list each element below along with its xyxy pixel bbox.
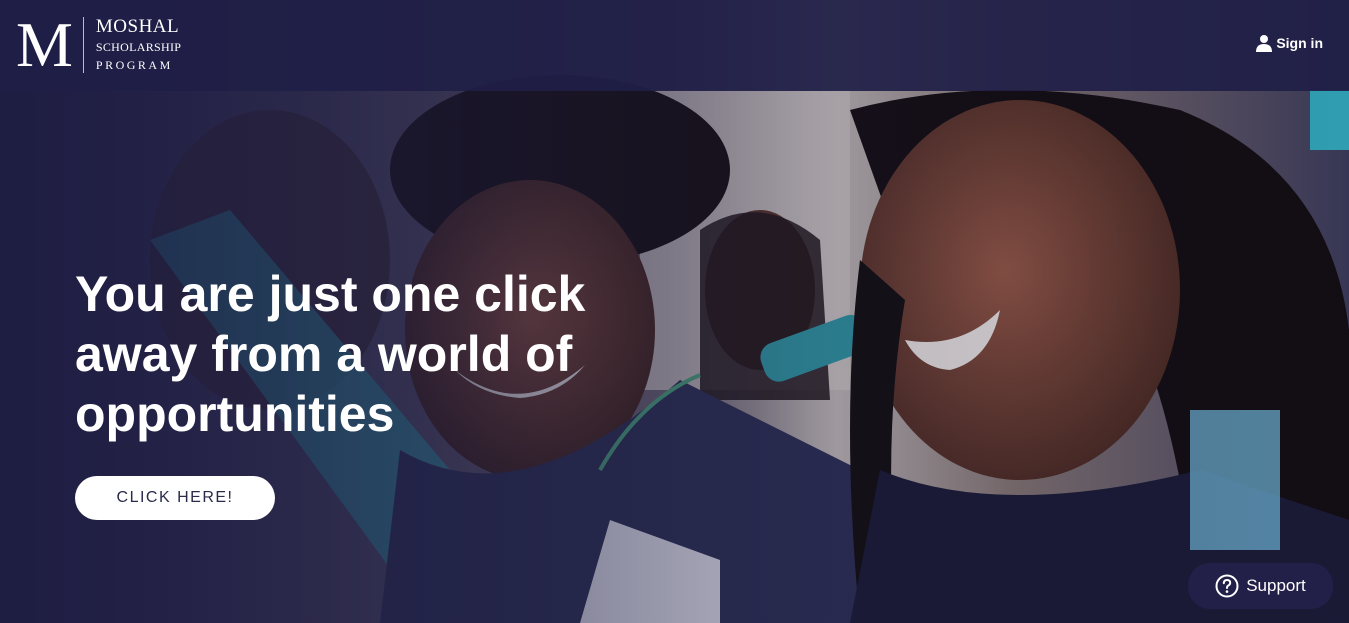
help-circle-icon <box>1215 574 1239 598</box>
landing-page: M MOSHAL SCHOLARSHIP PROGRAM Sign in You… <box>0 0 1349 623</box>
user-icon <box>1255 34 1273 52</box>
logo-mark: M <box>16 9 73 80</box>
logo-wordmark: MOSHAL SCHOLARSHIP PROGRAM <box>96 17 181 73</box>
hero-headline-line: You are just one click <box>75 266 586 322</box>
logo-line-scholarship: SCHOLARSHIP <box>95 40 182 54</box>
click-here-button[interactable]: CLICK HERE! <box>75 476 275 520</box>
logo-line-program: PROGRAM <box>95 58 173 72</box>
support-label: Support <box>1246 576 1306 595</box>
hero-headline: You are just one click away from a world… <box>75 264 635 444</box>
logo-divider <box>82 17 84 73</box>
support-button[interactable]: Support <box>1188 563 1333 609</box>
sign-in-label: Sign in <box>1276 35 1323 51</box>
hero-headline-line: opportunities <box>75 386 395 442</box>
sign-in-link[interactable]: Sign in <box>1255 34 1323 52</box>
moshal-logo[interactable]: M MOSHAL SCHOLARSHIP PROGRAM <box>16 9 181 80</box>
hero-content: You are just one click away from a world… <box>75 264 635 520</box>
logo-line-moshal: MOSHAL <box>95 16 180 37</box>
site-header: M MOSHAL SCHOLARSHIP PROGRAM Sign in <box>0 0 1349 91</box>
hero-headline-line: away from a world of <box>75 326 573 382</box>
